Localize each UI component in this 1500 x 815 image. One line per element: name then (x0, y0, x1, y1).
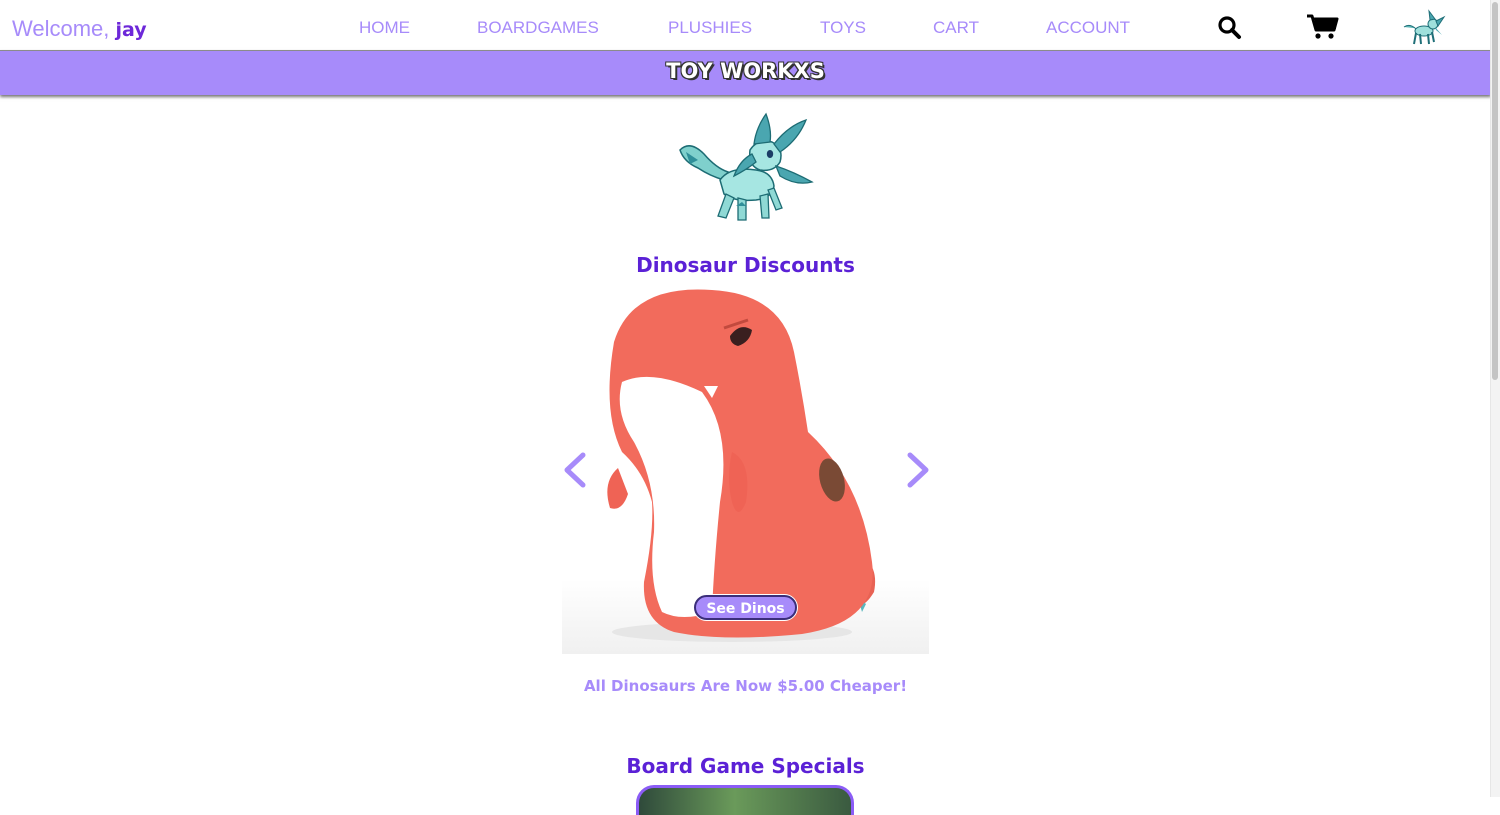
nav-toys[interactable]: TOYS (820, 18, 866, 38)
nav-home[interactable]: HOME (359, 18, 410, 38)
nav-cart[interactable]: CART (933, 18, 979, 38)
username: jay (115, 19, 147, 41)
see-dinos-button[interactable]: See Dinos (694, 595, 797, 620)
carousel-next-arrow-icon[interactable] (904, 451, 932, 489)
boardgame-carousel-preview (636, 785, 854, 815)
welcome-prefix: Welcome, (12, 16, 110, 41)
dino-promo-text: All Dinosaurs Are Now $5.00 Cheaper! (583, 677, 908, 695)
top-navigation-bar: Welcome, jay HOME BOARDGAMES PLUSHIES TO… (0, 0, 1491, 50)
cart-icon[interactable] (1305, 13, 1339, 41)
brand-title: TOY WORKXS (666, 59, 825, 83)
page-scrollbar[interactable] (1490, 0, 1500, 797)
nav-boardgames[interactable]: BOARDGAMES (477, 18, 599, 38)
scrollbar-thumb[interactable] (1492, 2, 1498, 380)
nav-account[interactable]: ACCOUNT (1046, 18, 1130, 38)
glaceon-mascot-image (676, 110, 816, 225)
boardgame-section-title: Board Game Specials (626, 754, 865, 778)
brand-banner: TOY WORKXS (0, 50, 1491, 95)
dino-section-title: Dinosaur Discounts (636, 253, 855, 277)
nav-plushies[interactable]: PLUSHIES (668, 18, 752, 38)
glaceon-avatar-icon[interactable] (1402, 9, 1448, 47)
welcome-message: Welcome, jay (12, 16, 147, 42)
carousel-prev-arrow-icon[interactable] (561, 451, 589, 489)
search-icon[interactable] (1217, 15, 1243, 41)
